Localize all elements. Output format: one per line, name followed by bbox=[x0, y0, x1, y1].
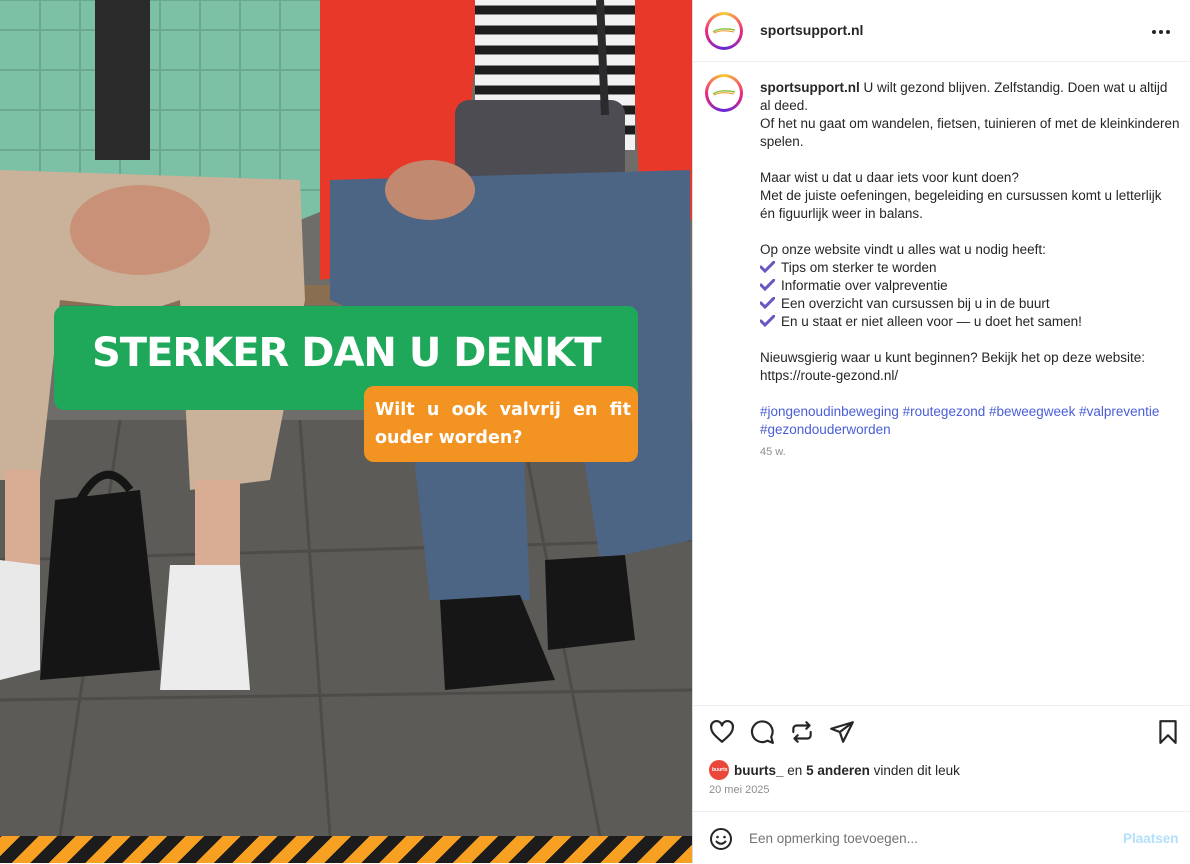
action-bar bbox=[709, 719, 1181, 745]
bullet-item: En u staat er niet alleen voor — u doet … bbox=[760, 313, 1180, 331]
caption-link: https://route-gezond.nl/ bbox=[760, 368, 899, 383]
comment-icon[interactable] bbox=[749, 719, 775, 745]
caption-line: Op onze website vindt u alles wat u nodi… bbox=[760, 242, 1046, 257]
post-comment-button[interactable]: Plaatsen bbox=[1123, 831, 1179, 846]
header-divider bbox=[693, 61, 1190, 62]
likes-suffix: vinden dit leuk bbox=[873, 762, 960, 778]
heart-icon[interactable] bbox=[709, 719, 735, 745]
post-sidebar: sportsupport.nl sportsupport.nl U wilt g… bbox=[692, 0, 1190, 863]
hashtag-link[interactable]: #valpreventie bbox=[1079, 404, 1159, 419]
check-mark-icon bbox=[760, 297, 775, 309]
caption-age[interactable]: 45 w. bbox=[760, 446, 786, 458]
actions-divider bbox=[693, 705, 1190, 706]
caption-line: Maar wist u dat u daar iets voor kunt do… bbox=[760, 170, 1019, 185]
hazard-stripe-border bbox=[0, 836, 692, 863]
sportsupport-logo-icon bbox=[712, 28, 736, 34]
bullet-item: Tips om sterker te worden bbox=[760, 259, 1180, 277]
check-mark-icon bbox=[760, 315, 775, 327]
hashtag-link[interactable]: #gezondouderworden bbox=[760, 422, 891, 437]
header-username[interactable]: sportsupport.nl bbox=[760, 22, 863, 38]
check-mark-icon bbox=[760, 279, 775, 291]
likes-summary: buurts buurts_ en 5 anderen vinden dit l… bbox=[709, 760, 960, 780]
repost-icon[interactable] bbox=[789, 719, 815, 745]
bullet-item: Een overzicht van cursussen bij u in de … bbox=[760, 295, 1180, 313]
banner-subtitle: Wilt u ook valvrij en fit ouder worden? bbox=[375, 400, 631, 448]
post-caption: sportsupport.nl U wilt gezond blijven. Z… bbox=[760, 79, 1180, 439]
comment-bar: Plaatsen bbox=[693, 811, 1190, 864]
more-horizontal-icon[interactable] bbox=[1151, 20, 1177, 42]
likes-others-link[interactable]: 5 anderen bbox=[806, 763, 870, 778]
likes-conjunction: en bbox=[787, 762, 803, 778]
hashtag-link[interactable]: #routegezond bbox=[903, 404, 986, 419]
banner-title: STERKER DAN U DENKT bbox=[92, 330, 602, 376]
check-mark-icon bbox=[760, 261, 775, 273]
caption-line: Nieuwsgierig waar u kunt beginnen? Bekij… bbox=[760, 350, 1145, 365]
post-image[interactable]: STERKER DAN U DENKT Wilt u ook valvrij e… bbox=[0, 0, 692, 863]
bullet-item: Informatie over valpreventie bbox=[760, 277, 1180, 295]
caption-username[interactable]: sportsupport.nl bbox=[760, 80, 860, 95]
caption-line: Of het nu gaat om wandelen, fietsen, tui… bbox=[760, 116, 1180, 149]
caption-avatar[interactable] bbox=[705, 74, 743, 112]
liker-avatar[interactable]: buurts bbox=[709, 760, 729, 780]
hashtags: #jongenoudinbeweging #routegezond #bewee… bbox=[760, 403, 1180, 439]
bookmark-icon[interactable] bbox=[1155, 719, 1181, 745]
share-icon[interactable] bbox=[829, 719, 855, 745]
emoji-icon[interactable] bbox=[709, 827, 733, 851]
account-avatar[interactable] bbox=[705, 12, 743, 50]
sportsupport-logo-icon bbox=[712, 90, 736, 96]
hashtag-link[interactable]: #beweegweek bbox=[989, 404, 1075, 419]
caption-line: Met de juiste oefeningen, begeleiding en… bbox=[760, 188, 1162, 221]
post-date[interactable]: 20 mei 2025 bbox=[709, 784, 770, 796]
comment-input[interactable] bbox=[749, 826, 1109, 850]
hashtag-link[interactable]: #jongenoudinbeweging bbox=[760, 404, 899, 419]
instagram-post-view: STERKER DAN U DENKT Wilt u ook valvrij e… bbox=[0, 0, 1190, 863]
liker-username[interactable]: buurts_ bbox=[734, 763, 784, 778]
